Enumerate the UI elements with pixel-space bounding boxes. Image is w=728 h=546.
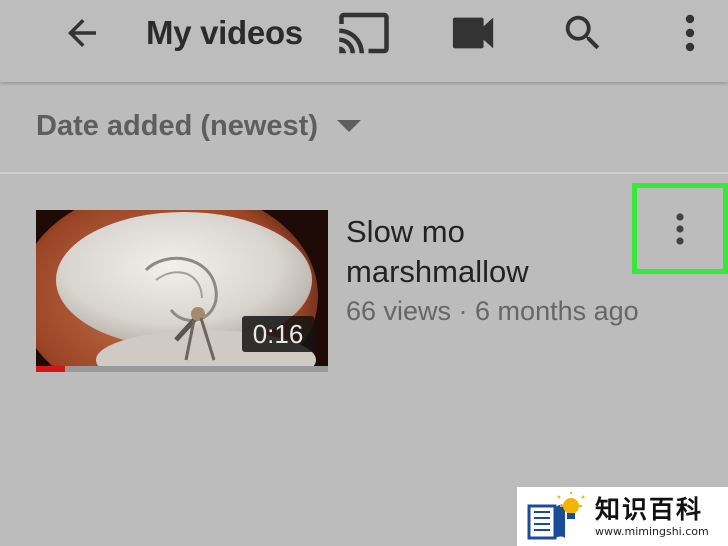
- cast-icon: [339, 12, 389, 54]
- video-duration-badge: 0:16: [242, 316, 314, 352]
- more-options-button[interactable]: [672, 8, 708, 58]
- watermark-title: 知识百科: [595, 494, 704, 524]
- watermark-url: www.mimingshi.com: [595, 524, 709, 538]
- sort-label: Date added (newest): [36, 109, 318, 142]
- sort-dropdown[interactable]: Date added (newest): [36, 104, 362, 148]
- watermark: 知识百科 www.mimingshi.com: [517, 487, 728, 546]
- video-camera-icon: [452, 17, 494, 49]
- upload-video-button[interactable]: [448, 10, 500, 56]
- more-vert-icon: [685, 14, 695, 52]
- search-icon: [565, 15, 600, 50]
- dropdown-triangle-icon: [337, 120, 361, 132]
- book-lightbulb-logo-icon: [527, 491, 585, 539]
- more-vert-icon: [676, 212, 684, 245]
- divider: [0, 172, 728, 174]
- search-button[interactable]: [558, 8, 608, 58]
- video-thumbnail[interactable]: 0:16: [36, 210, 328, 372]
- back-button[interactable]: [56, 10, 108, 56]
- video-meta: 66 views · 6 months ago: [346, 296, 639, 326]
- video-title[interactable]: Slow mo marshmallow: [346, 212, 626, 292]
- cast-button[interactable]: [336, 8, 392, 58]
- video-menu-button[interactable]: [632, 183, 728, 274]
- page-title: My videos: [146, 14, 303, 51]
- video-list-item[interactable]: 0:16 Slow mo marshmallow 66 views · 6 mo…: [0, 183, 728, 386]
- app-bar: My videos: [0, 0, 728, 82]
- back-arrow-icon: [68, 19, 96, 47]
- watch-progress-fill: [36, 366, 66, 372]
- watch-progress-bar: [36, 366, 328, 372]
